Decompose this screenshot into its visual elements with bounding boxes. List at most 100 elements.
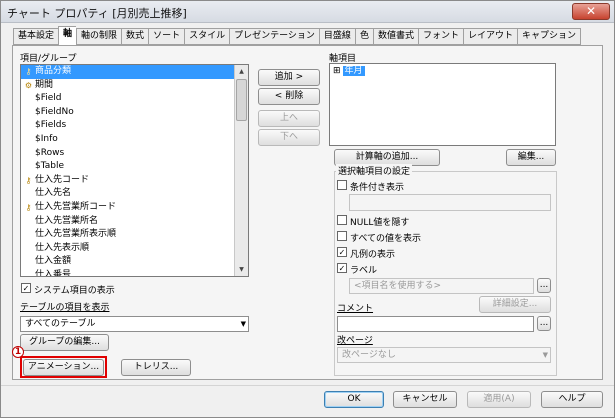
tab-7[interactable]: 目盛線 [318, 28, 355, 45]
conditional-checkbox[interactable] [337, 180, 347, 190]
label-checkbox[interactable]: ✓ [337, 263, 347, 273]
tab-strip: 基本設定軸軸の制限 数式 ソート スタイル プレゼンテーション 目盛線色数値書式 フォントレ… [13, 26, 582, 45]
field-list-item-label: $Info [35, 133, 58, 144]
field-list-item[interactable]: 仕入先営業所名 [21, 215, 248, 229]
tab-0[interactable]: 基本設定 [13, 28, 59, 45]
field-list-item[interactable]: $Fields [21, 119, 248, 133]
table-select[interactable]: すべてのテーブル ▼ [20, 316, 249, 332]
tab-4[interactable]: ソート [148, 28, 185, 45]
ok-button[interactable]: OK [324, 391, 384, 408]
check-icon: ✓ [338, 248, 346, 257]
fields-label: 項目/グループ [20, 54, 77, 64]
conditional-label: 条件付き表示 [350, 183, 405, 193]
field-list: ⚷ 商品分類 ⚙ 期間 $Field $FieldNo $Fields $Info $Rows $… [21, 65, 248, 277]
field-list-item[interactable]: ⚷ 仕入先営業所コード [21, 201, 248, 215]
tab-3[interactable]: 数式 [121, 28, 149, 45]
axis-settings-group-label: 選択軸項目の設定 [336, 164, 413, 177]
check-icon: ✓ [338, 264, 346, 273]
group-edit-button[interactable]: グループの編集... [20, 334, 109, 351]
field-list-item[interactable]: $Field [21, 92, 248, 106]
field-list-item[interactable]: 仕入先営業所表示順 [21, 228, 248, 242]
show-all-values-checkbox[interactable] [337, 231, 347, 241]
expand-icon[interactable]: ⊞ [333, 66, 341, 76]
field-list-item[interactable]: 仕入番号 [21, 269, 248, 277]
trellis-button[interactable]: トレリス... [121, 359, 191, 376]
field-list-item-label: $Fields [35, 120, 67, 131]
chart-properties-dialog: チャート プロパティ [月別売上推移] ✕ 基本設定軸軸の制限 数式 ソート スタイル… [0, 0, 615, 418]
field-list-item[interactable]: ⚷ 商品分類 [21, 65, 234, 79]
detail-settings-button[interactable]: 詳細設定... [479, 296, 551, 313]
show-system-label: システム項目の表示 [34, 286, 115, 296]
add-button[interactable]: 追加 > [258, 69, 320, 86]
hide-null-label: NULL値を隠す [350, 218, 410, 228]
show-legend-checkbox[interactable]: ✓ [337, 247, 347, 257]
pagebreak-label: 改ページ [337, 336, 373, 346]
cancel-button[interactable]: キャンセル [393, 391, 457, 408]
move-down-button[interactable]: 下へ [258, 129, 320, 146]
fields-scrollbar[interactable]: ▲ ▼ [234, 65, 248, 276]
callout-marker: 1 [12, 346, 24, 358]
axis-listbox[interactable]: ⊞ 年月 [329, 63, 556, 146]
label-name-placeholder: <項目名を使用する> [354, 281, 442, 291]
key-icon: ⚷ [25, 202, 32, 212]
scroll-down-icon[interactable]: ▼ [236, 264, 247, 275]
apply-button[interactable]: 適用(A) [467, 391, 531, 408]
field-list-item[interactable]: ⚙ 期間 [21, 79, 248, 93]
hide-null-checkbox[interactable] [337, 215, 347, 225]
field-list-item-label: 仕入先名 [35, 188, 72, 199]
key-icon: ⚷ [25, 175, 32, 185]
field-list-item[interactable]: $Table [21, 160, 248, 174]
edit-axis-button[interactable]: 編集... [506, 149, 556, 166]
axis-list-item[interactable]: ⊞ 年月 [330, 64, 555, 78]
pagebreak-select: 改ページなし ▼ [337, 347, 551, 363]
scroll-thumb[interactable] [236, 79, 247, 121]
remove-button[interactable]: < 削除 [258, 88, 320, 105]
tab-5[interactable]: スタイル [184, 28, 230, 45]
field-list-item[interactable]: 仕入先名 [21, 187, 248, 201]
scroll-up-icon[interactable]: ▲ [236, 66, 247, 77]
show-all-values-label: すべての値を表示 [350, 234, 422, 244]
show-system-checkbox[interactable]: ✓ [21, 283, 31, 293]
field-list-item-label: 期間 [35, 79, 54, 90]
field-list-item-label: $Field [35, 93, 62, 104]
field-list-item-label: 仕入先表示順 [35, 242, 90, 253]
close-button[interactable]: ✕ [572, 3, 610, 20]
help-button[interactable]: ヘルプ [541, 391, 603, 408]
field-list-item-label: 仕入番号 [35, 269, 72, 277]
field-list-item[interactable]: $Rows [21, 147, 248, 161]
chevron-down-icon: ▼ [240, 320, 246, 328]
hierarchy-icon: ⚙ [24, 80, 33, 90]
field-list-item[interactable]: 仕入金額 [21, 255, 248, 269]
tab-2[interactable]: 軸の制限 [76, 28, 122, 45]
comment-field[interactable] [337, 316, 534, 332]
fields-listbox[interactable]: ⚷ 商品分類 ⚙ 期間 $Field $FieldNo $Fields $Info $Rows $… [20, 64, 249, 277]
title-bar: チャート プロパティ [月別売上推移] ✕ [1, 1, 614, 23]
field-list-item-label: 仕入先営業所名 [35, 215, 99, 226]
tab-11[interactable]: レイアウト [462, 28, 517, 45]
key-icon: ⚷ [25, 67, 32, 76]
show-legend-label: 凡例の表示 [350, 250, 396, 260]
tab-9[interactable]: 数値書式 [372, 28, 418, 45]
field-list-item-label: 仕入金額 [35, 256, 72, 267]
label-checkbox-label: ラベル [350, 266, 378, 276]
move-up-button[interactable]: 上へ [258, 110, 320, 127]
chevron-down-icon: ▼ [542, 351, 548, 359]
field-list-item[interactable]: 仕入先表示順 [21, 242, 248, 256]
field-list-item[interactable]: $Info [21, 133, 248, 147]
field-list-item-label: 商品分類 [35, 66, 72, 76]
tab-10[interactable]: フォント [417, 28, 463, 45]
axis-list: ⊞ 年月 [330, 64, 555, 78]
field-list-item[interactable]: $FieldNo [21, 106, 248, 120]
field-list-item-label: $Rows [35, 147, 65, 158]
highlight-frame [20, 356, 107, 378]
label-expression-button[interactable]: ... [537, 278, 551, 293]
tab-1[interactable]: 軸 [58, 26, 77, 45]
axis-list-item-label: 年月 [342, 66, 365, 76]
tab-8[interactable]: 色 [354, 28, 373, 45]
tab-6[interactable]: プレゼンテーション [229, 28, 319, 45]
field-list-item[interactable]: ⚷ 仕入先コード [21, 174, 248, 188]
comment-expression-button[interactable]: ... [537, 316, 551, 331]
tab-12[interactable]: キャプション [517, 28, 582, 45]
table-label: テーブルの項目を表示 [20, 303, 110, 313]
label-name-field: <項目名を使用する> [349, 278, 534, 294]
